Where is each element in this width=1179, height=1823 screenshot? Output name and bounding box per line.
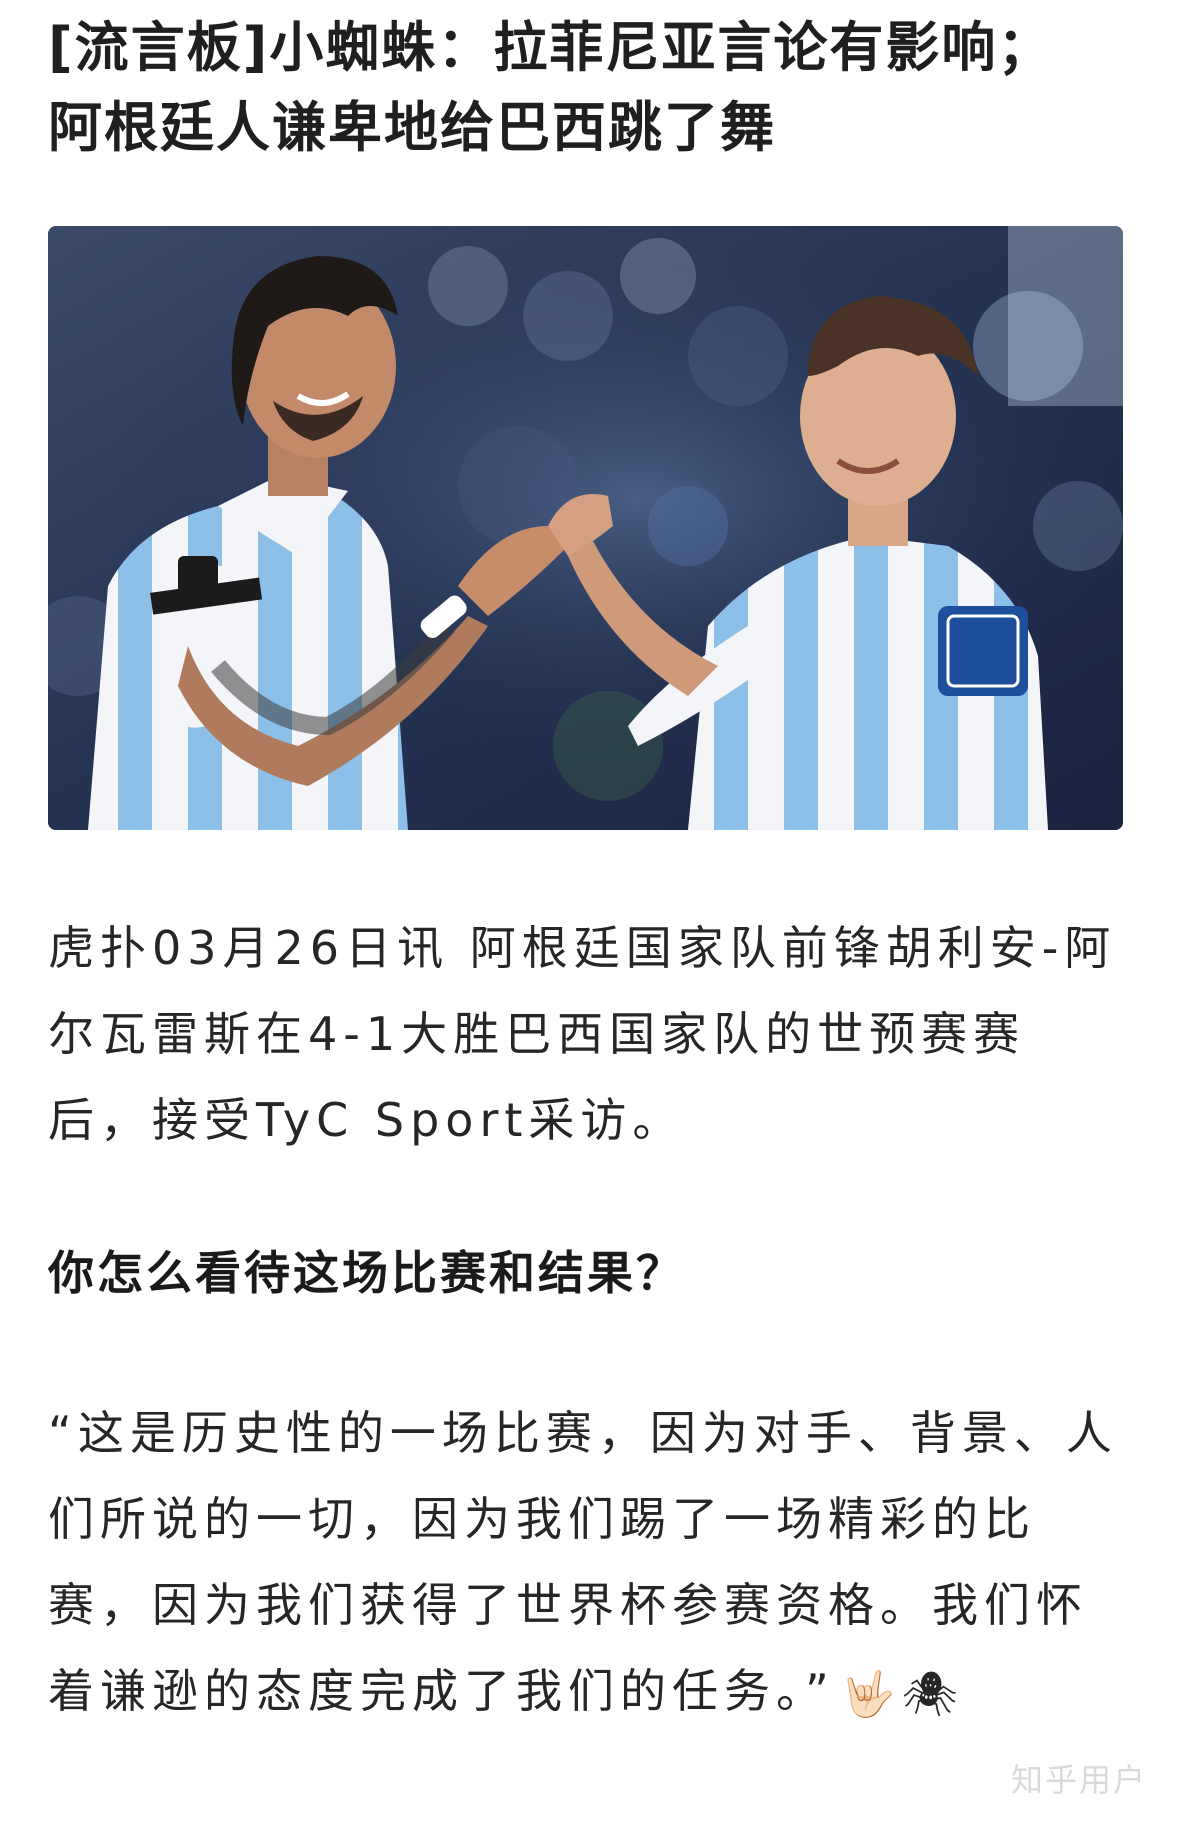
title-line-2: 阿根廷人谦卑地给巴西跳了舞 bbox=[48, 96, 776, 159]
rock-hand-icon: 🤟🏻 bbox=[840, 1668, 896, 1720]
article-paragraph-intro: 虎扑03月26日讯 阿根廷国家队前锋胡利安-阿尔瓦雷斯在4-1大胜巴西国家队的世… bbox=[48, 921, 1117, 1147]
title-line-1: [流言板]小蜘蛛：拉菲尼亚言论有影响； bbox=[48, 16, 1054, 79]
article: [流言板]小蜘蛛：拉菲尼亚言论有影响； 阿根廷人谦卑地给巴西跳了舞 bbox=[48, 0, 1123, 168]
spider-icon: 🕷 bbox=[901, 1668, 958, 1720]
photo-icon bbox=[48, 226, 1123, 830]
watermark: 知乎用户 bbox=[1010, 1761, 1147, 1799]
interview-question: 你怎么看待这场比赛和结果？ bbox=[48, 1246, 685, 1300]
article-paragraph-quote: “这是历史性的一场比赛，因为对手、背景、人们所说的一切，因为我们踢了一场精彩的比… bbox=[48, 1390, 1128, 1738]
article-title: [流言板]小蜘蛛：拉菲尼亚言论有影响； 阿根廷人谦卑地给巴西跳了舞 bbox=[48, 0, 1123, 168]
hero-photo[interactable] bbox=[48, 226, 1123, 830]
